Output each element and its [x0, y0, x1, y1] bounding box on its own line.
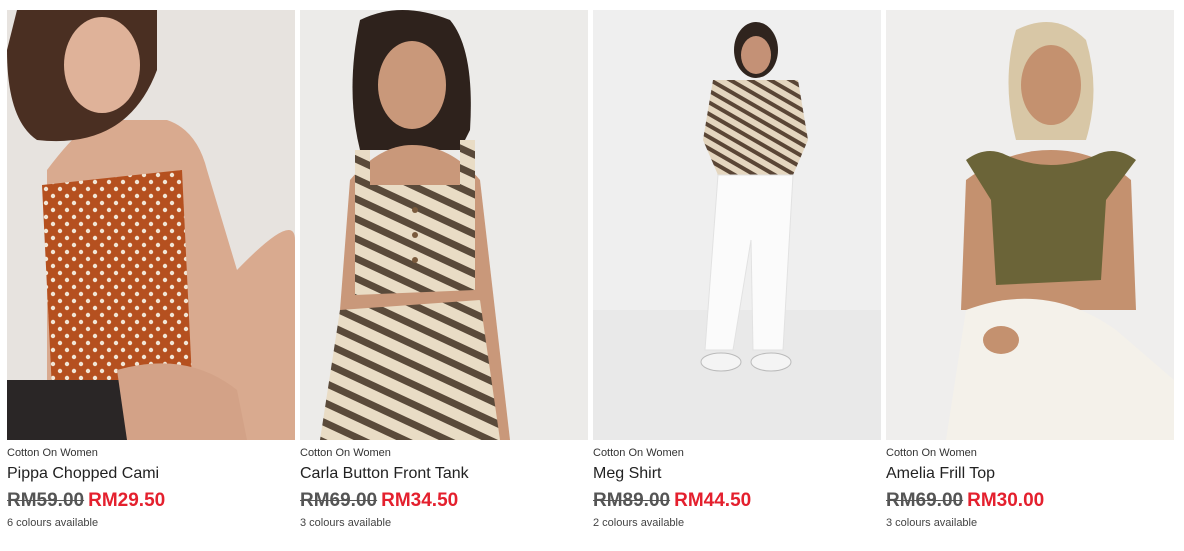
product-card[interactable]: Cotton On Women Pippa Chopped Cami RM59.…	[7, 10, 295, 530]
product-grid: Cotton On Women Pippa Chopped Cami RM59.…	[0, 0, 1184, 551]
sale-price: RM30.00	[967, 490, 1045, 511]
original-price: RM69.00	[886, 490, 964, 511]
product-name[interactable]: Carla Button Front Tank	[300, 465, 588, 483]
product-brand: Cotton On Women	[886, 447, 977, 459]
product-name[interactable]: Amelia Frill Top	[886, 465, 1174, 483]
product-prices: RM89.00 RM44.50	[593, 489, 881, 513]
product-image[interactable]	[886, 10, 1174, 440]
colours-available: 6 colours available	[7, 517, 99, 529]
colours-available: 2 colours available	[593, 517, 685, 529]
product-image[interactable]	[593, 10, 881, 440]
sale-price: RM34.50	[381, 490, 459, 511]
original-price: RM69.00	[300, 490, 378, 511]
colours-available: 3 colours available	[300, 517, 392, 529]
product-brand: Cotton On Women	[300, 447, 391, 459]
product-card[interactable]: Cotton On Women Amelia Frill Top RM69.00…	[886, 10, 1174, 530]
product-name[interactable]: Pippa Chopped Cami	[7, 465, 295, 483]
sale-price: RM44.50	[674, 490, 752, 511]
sale-price: RM29.50	[88, 490, 166, 511]
colours-available: 3 colours available	[886, 517, 978, 529]
product-name[interactable]: Meg Shirt	[593, 465, 881, 483]
product-prices: RM59.00 RM29.50	[7, 489, 295, 513]
product-prices: RM69.00 RM30.00	[886, 489, 1174, 513]
product-brand: Cotton On Women	[7, 447, 98, 459]
product-brand: Cotton On Women	[593, 447, 684, 459]
product-image[interactable]	[7, 10, 295, 440]
product-card[interactable]: Cotton On Women Carla Button Front Tank …	[300, 10, 588, 530]
product-image[interactable]	[300, 10, 588, 440]
product-prices: RM69.00 RM34.50	[300, 489, 588, 513]
original-price: RM59.00	[7, 490, 85, 511]
original-price: RM89.00	[593, 490, 671, 511]
product-card[interactable]: Cotton On Women Meg Shirt RM89.00 RM44.50…	[593, 10, 881, 530]
